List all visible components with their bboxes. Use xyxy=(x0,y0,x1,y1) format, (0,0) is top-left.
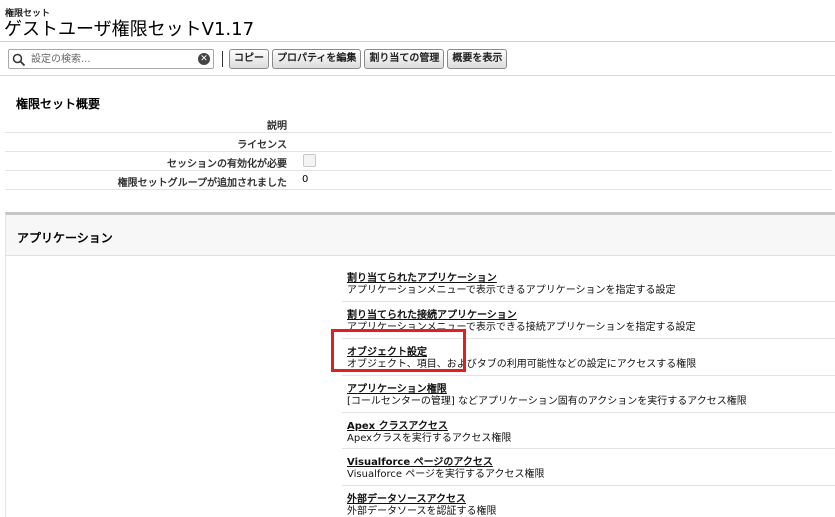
applications-header: アプリケーション xyxy=(6,215,835,256)
app-item-assigned-connected-apps: 割り当てられた接続アプリケーション アプリケーションメニューで表示できる接続アプ… xyxy=(342,301,835,338)
summary-label: ライセンス xyxy=(237,140,287,151)
app-item-external-data-source-access: 外部データソースアクセス 外部データソースを認証する権限 xyxy=(342,485,835,517)
clear-search-icon[interactable]: ✕ xyxy=(198,53,210,65)
manage-assignments-button[interactable]: 割り当ての管理 xyxy=(364,49,445,69)
app-item-assigned-apps: 割り当てられたアプリケーション アプリケーションメニューで表示できるアプリケーシ… xyxy=(342,265,835,302)
divider xyxy=(0,41,835,42)
permission-set-page: 権限セット ゲストユーザ権限セットV1.17 ✕ コピー プロパティを編集 割り… xyxy=(0,0,835,517)
app-item-visualforce-access: Visualforce ページのアクセス Visualforce ページを実行す… xyxy=(342,448,835,485)
summary-section-title: 権限セット概要 xyxy=(16,97,101,111)
app-item-apex-class-access: Apex クラスアクセス Apexクラスを実行するアクセス権限 xyxy=(342,412,835,449)
search-icon xyxy=(12,52,26,67)
divider xyxy=(0,75,835,76)
summary-row-groups-added: 権限セットグループが追加されました 0 xyxy=(5,171,832,190)
summary-label: セッションの有効化が必要 xyxy=(167,159,287,170)
summary-row-description: 説明 xyxy=(5,114,832,133)
app-item-description: [コールセンターの管理] などアプリケーション固有のアクションを実行するアクセス… xyxy=(347,396,747,407)
copy-button[interactable]: コピー xyxy=(229,49,269,69)
summary-row-session-activation: セッションの有効化が必要 xyxy=(5,152,832,171)
search-input[interactable] xyxy=(29,52,193,66)
view-summary-button[interactable]: 概要を表示 xyxy=(447,49,508,69)
app-item-description: Apexクラスを実行するアクセス権限 xyxy=(347,433,512,444)
summary-row-license: ライセンス xyxy=(5,133,832,152)
toolbar-separator xyxy=(222,51,223,67)
summary-label: 説明 xyxy=(267,121,287,132)
session-activation-checkbox xyxy=(303,154,316,167)
summary-label: 権限セットグループが追加されました xyxy=(117,178,287,189)
app-item-app-permissions: アプリケーション権限 [コールセンターの管理] などアプリケーション固有のアクシ… xyxy=(342,375,835,412)
summary-value: 0 xyxy=(302,174,309,185)
settings-search[interactable]: ✕ xyxy=(8,49,214,69)
toolbar: ✕ コピー プロパティを編集 割り当ての管理 概要を表示 xyxy=(8,48,510,70)
app-item-description: オブジェクト、項目、およびタブの利用可能性などの設定にアクセスする権限 xyxy=(347,359,697,370)
app-item-description: アプリケーションメニューで表示できる接続アプリケーションを指定する設定 xyxy=(347,322,696,333)
app-item-object-settings: オブジェクト設定 オブジェクト、項目、およびタブの利用可能性などの設定にアクセス… xyxy=(342,338,835,375)
app-item-description: 外部データソースを認証する権限 xyxy=(347,506,497,517)
page-title: ゲストユーザ権限セットV1.17 xyxy=(4,19,255,40)
applications-title: アプリケーション xyxy=(17,231,113,245)
edit-properties-button[interactable]: プロパティを編集 xyxy=(272,49,362,69)
app-item-description: アプリケーションメニューで表示できるアプリケーションを指定する設定 xyxy=(347,285,676,296)
app-item-description: Visualforce ページを実行するアクセス権限 xyxy=(347,469,545,480)
